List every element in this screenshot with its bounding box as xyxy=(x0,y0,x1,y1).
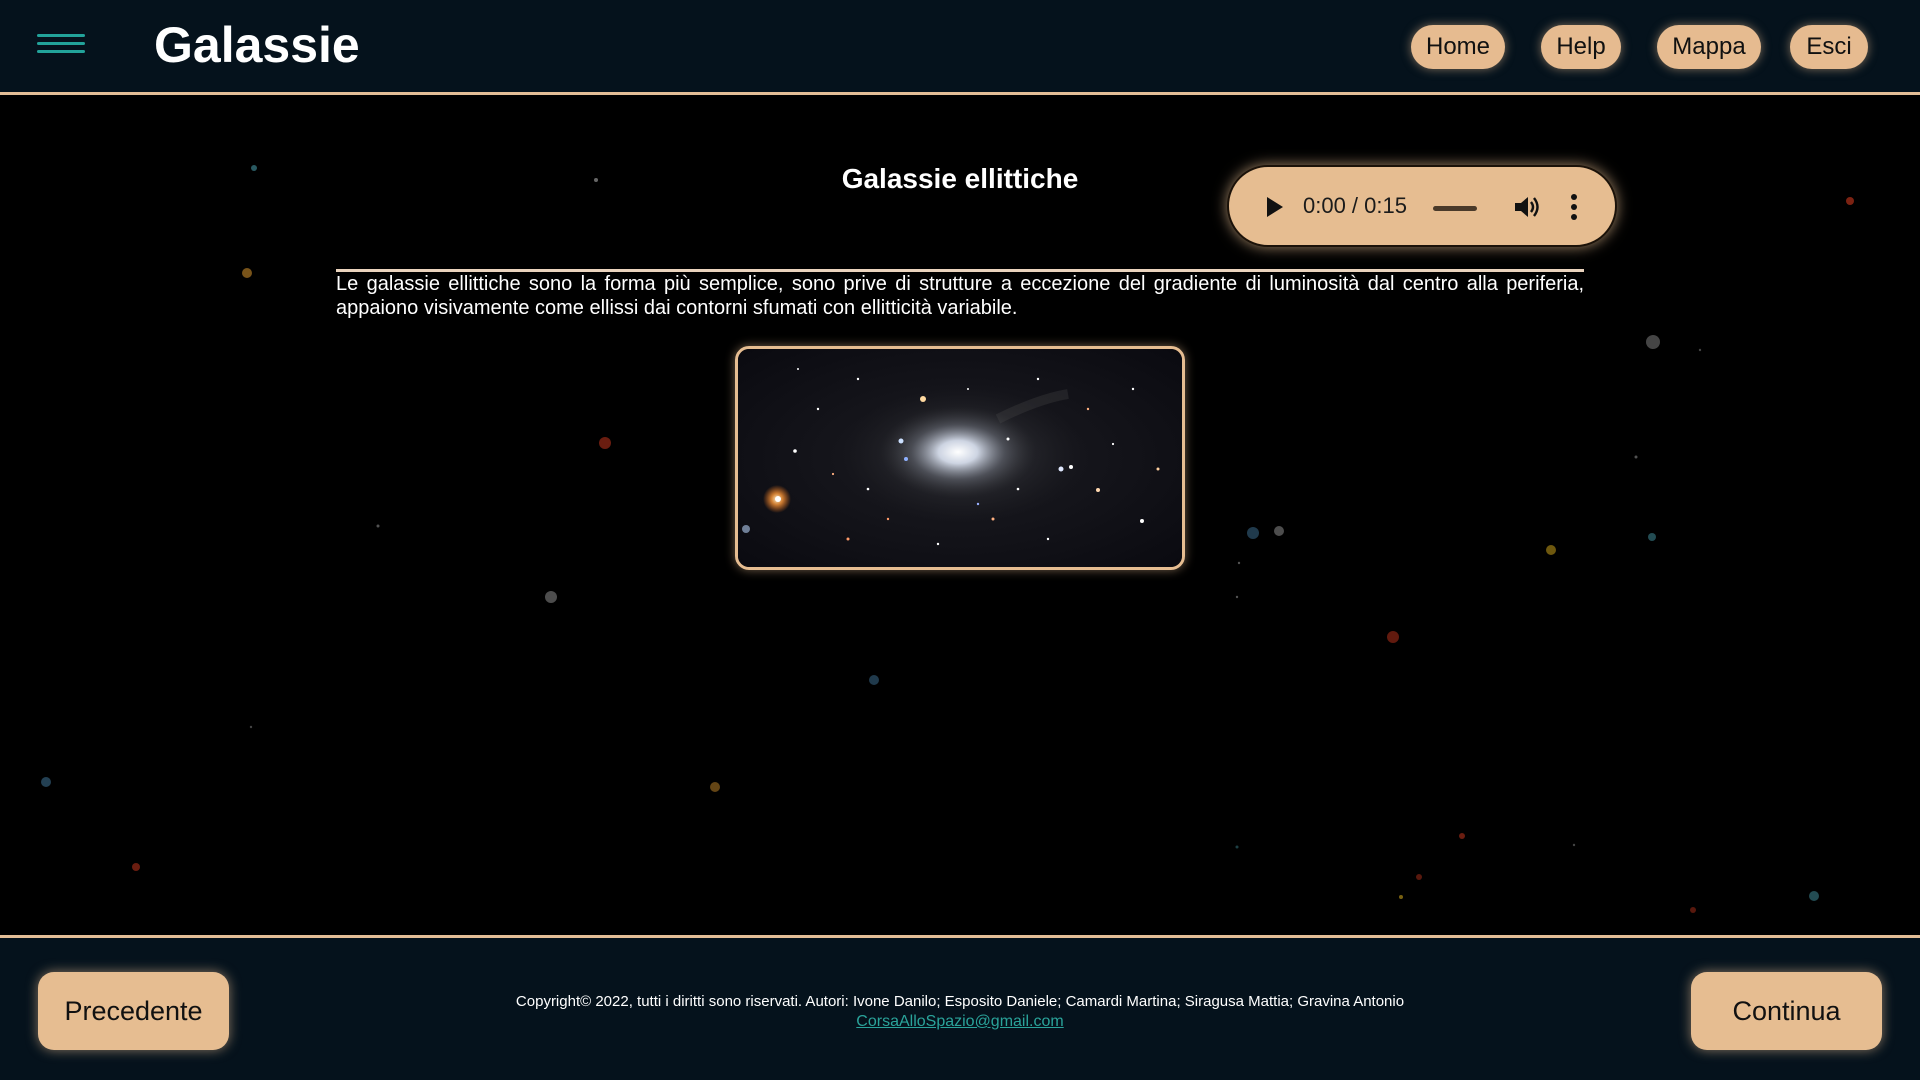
audio-player: 0:00 / 0:15 xyxy=(1227,165,1617,247)
galaxy-illustration xyxy=(738,349,1182,567)
top-header: Galassie Home Help Mappa Esci xyxy=(0,0,1920,95)
continue-button[interactable]: Continua xyxy=(1691,972,1882,1050)
page: Galassie Home Help Mappa Esci Galassie e… xyxy=(0,0,1920,1080)
audio-progress-slider[interactable] xyxy=(1433,206,1477,211)
volume-icon[interactable] xyxy=(1513,193,1541,221)
map-button[interactable]: Mappa xyxy=(1657,25,1761,69)
description-text: Le galassie ellittiche sono la forma più… xyxy=(336,273,1584,319)
site-title: Galassie xyxy=(154,17,360,73)
section-title: Galassie ellittiche xyxy=(841,163,1079,194)
footer: Precedente Copyright© 2022, tutti i diri… xyxy=(0,935,1920,1080)
main-content: Galassie ellittiche 0:00 / 0:15 Le galas… xyxy=(0,95,1920,935)
audio-time: 0:00 / 0:15 xyxy=(1303,193,1407,218)
previous-button[interactable]: Precedente xyxy=(38,972,229,1050)
copyright-text: Copyright© 2022, tutti i diritti sono ri… xyxy=(515,993,1405,1010)
help-button[interactable]: Help xyxy=(1541,25,1621,69)
hamburger-menu-icon[interactable] xyxy=(37,34,85,56)
home-button[interactable]: Home xyxy=(1411,25,1505,69)
play-icon[interactable] xyxy=(1265,195,1285,219)
elliptical-galaxy-image xyxy=(735,346,1185,570)
contact-email-link[interactable]: CorsaAlloSpazio@gmail.com xyxy=(760,1013,1160,1031)
exit-button[interactable]: Esci xyxy=(1790,25,1868,69)
more-vertical-icon[interactable] xyxy=(1570,193,1578,221)
